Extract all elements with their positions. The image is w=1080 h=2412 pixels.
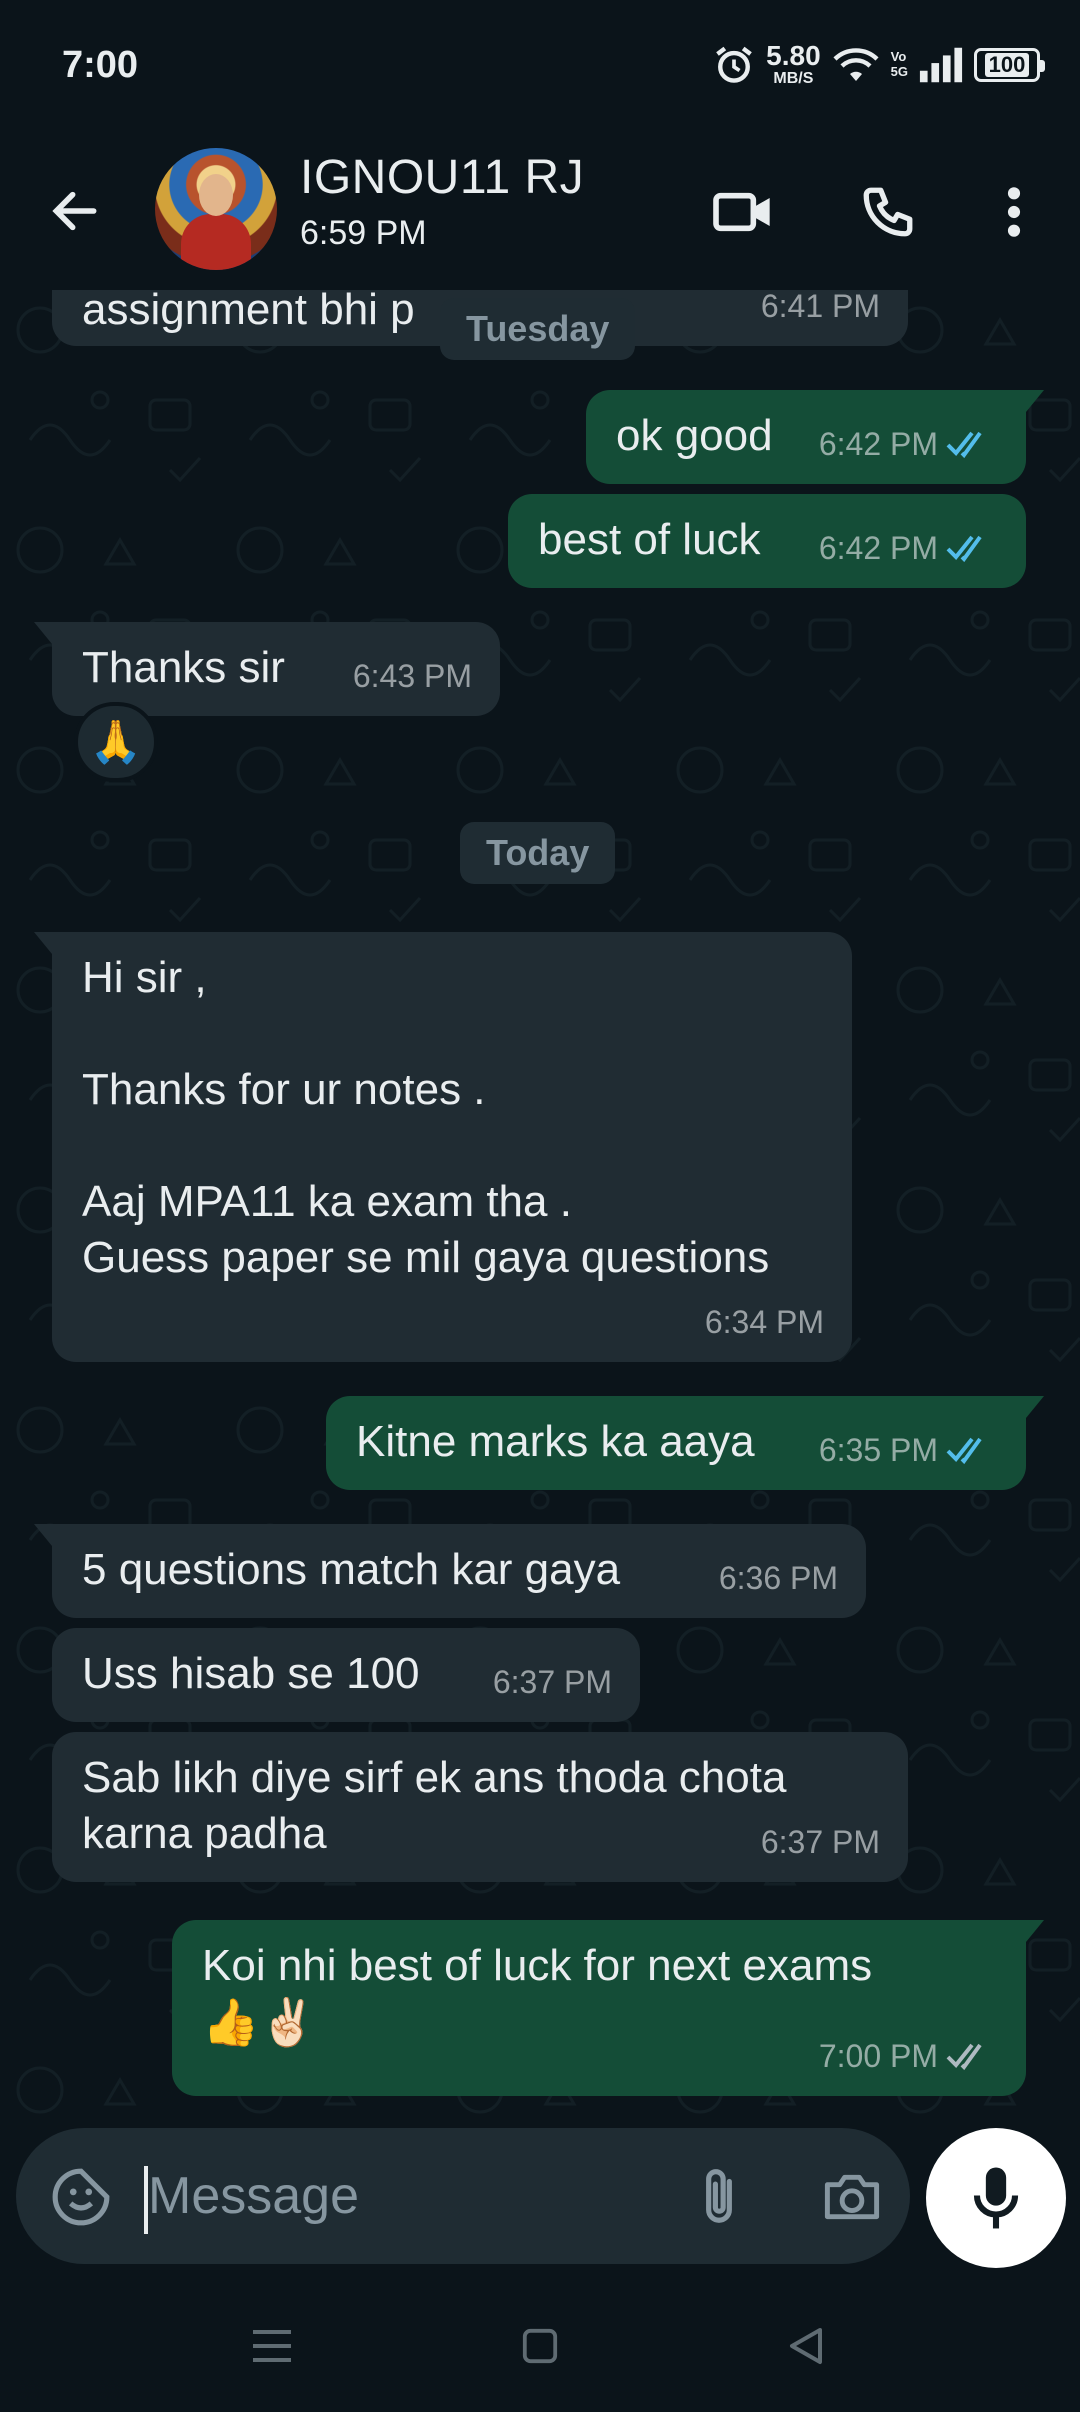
avatar-robe [181,214,251,270]
message-incoming[interactable]: 5 questions match kar gaya 6:36 PM [34,1524,866,1618]
back-nav-button[interactable] [766,2306,846,2386]
time-label: 6:37 PM [492,1664,612,1700]
sticker-button[interactable] [46,2162,116,2232]
message-time: 6:41 PM [761,290,880,334]
message-meta: 6:37 PM [761,1814,880,1870]
whatsapp-chat-screen: 7:00 5.80 MB/S Vo 5G 100 IGNOU11 RJ 6:59… [0,0,1080,2412]
chat-header: IGNOU11 RJ 6:59 PM [0,140,1080,290]
read-ticks-icon [946,431,982,459]
message-meta: 6:42 PM [819,520,998,576]
status-time: 7:00 [62,44,139,86]
message-outgoing[interactable]: Koi nhi best of luck for next exams 👍✌🏻 … [172,1920,1044,2096]
more-options-button[interactable] [974,172,1054,252]
volte-top: Vo [890,49,907,65]
message-meta: 6:42 PM [819,416,998,472]
time-label: 6:42 PM [818,426,938,462]
message-text: Sab likh diye sirf ek ans thoda chota ka… [82,1753,787,1858]
date-divider-today: Today [460,822,616,884]
time-label: 6:42 PM [818,530,938,566]
message-incoming[interactable]: Hi sir , Thanks for ur notes . Aaj MPA11… [34,932,852,1362]
chat-messages-area[interactable]: assignment bhi p 6:41 PM Tuesday ok good… [0,290,1080,2120]
message-meta: 6:36 PM [719,1550,838,1606]
menu-lines-icon [253,2330,291,2362]
time-label: 6:34 PM [704,1304,824,1340]
arrow-left-icon [52,191,97,231]
back-triangle-icon [790,2328,822,2364]
more-vert-icon [1007,187,1021,237]
contact-last-seen: 6:59 PM [300,214,427,252]
net-speed-unit: MB/S [773,70,814,87]
message-incoming[interactable]: Uss hisab se 100 6:37 PM [52,1628,640,1722]
message-meta: 7:00 PM [819,2028,998,2084]
message-incoming[interactable]: Sab likh diye sirf ek ans thoda chota ka… [52,1732,908,1882]
battery-icon: 100 [974,47,1045,82]
sticker-icon [52,2168,110,2226]
date-divider-tuesday: Tuesday [440,298,636,360]
message-outgoing[interactable]: best of luck 6:42 PM [508,494,1026,588]
time-label: 6:43 PM [352,658,472,694]
net-speed-value: 5.80 [766,40,821,71]
message-text: Hi sir , Thanks for ur notes . Aaj MPA11… [82,953,770,1282]
contact-name[interactable]: IGNOU11 RJ [300,150,584,205]
read-ticks-icon [946,535,982,563]
message-input-pill [16,2128,910,2264]
read-ticks-icon [946,1437,982,1465]
voice-call-button[interactable] [848,172,928,252]
attach-button[interactable] [684,2162,754,2232]
recent-apps-button[interactable] [232,2306,312,2386]
status-bar: 7:00 5.80 MB/S Vo 5G 100 [0,0,1080,140]
time-label: 6:37 PM [760,1824,880,1860]
contact-avatar[interactable] [155,148,277,270]
camera-icon [824,2174,880,2220]
signal-icon [919,47,963,82]
message-reaction[interactable]: 🙏 [74,702,158,782]
volte-indicator: Vo 5G [890,49,908,79]
message-input[interactable] [148,2156,648,2236]
message-outgoing[interactable]: Kitne marks ka aaya 6:35 PM [326,1396,1044,1490]
delivered-ticks-icon [946,2043,982,2071]
message-text: Koi nhi best of luck for next exams [202,1941,873,1990]
status-icons: 5.80 MB/S Vo 5G 100 [712,42,1045,87]
time-label: 6:36 PM [718,1560,838,1596]
mic-icon [973,2167,1019,2229]
net-speed: 5.80 MB/S [766,42,821,87]
system-nav-bar [0,2280,1080,2412]
message-meta: 6:43 PM [353,648,472,704]
message-meta: 6:34 PM [705,1294,824,1350]
voice-message-button[interactable] [926,2128,1066,2268]
message-composer [0,2120,1080,2280]
alarm-icon [716,46,752,83]
video-call-button[interactable] [704,172,784,252]
video-call-icon [713,192,770,232]
time-label: 6:41 PM [760,290,880,324]
message-outgoing[interactable]: ok good 6:42 PM [586,390,1044,484]
time-label: 7:00 PM [818,2038,938,2074]
paperclip-icon [706,2169,732,2223]
home-button[interactable] [500,2306,580,2386]
avatar-face [199,174,233,216]
time-label: 6:35 PM [818,1432,938,1468]
back-button[interactable] [40,176,110,246]
volte-bottom: 5G [890,63,908,79]
message-meta: 6:35 PM [819,1422,998,1478]
home-square-icon [522,2328,558,2364]
camera-button[interactable] [812,2162,892,2232]
phone-icon [863,187,913,237]
battery-level: 100 [984,52,1030,77]
message-meta: 6:37 PM [493,1654,612,1710]
wifi-icon [833,47,879,81]
